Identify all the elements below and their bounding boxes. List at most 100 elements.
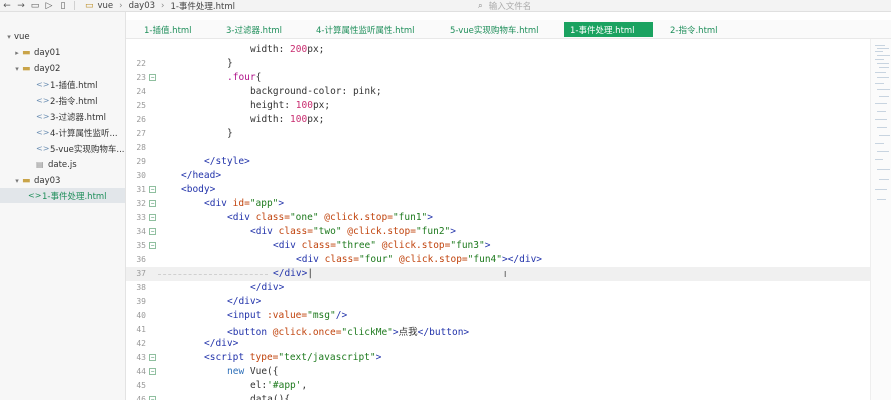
- tree-folder-vue[interactable]: ▾ vue: [4, 29, 30, 44]
- tree-file-selected[interactable]: <> 1-事件处理.html: [0, 188, 125, 203]
- code-line: 40 <input :value="msg"/>: [126, 309, 870, 323]
- tree-file[interactable]: <> 4-计算属性监听...: [36, 125, 118, 140]
- html-file-icon: <>: [36, 112, 50, 121]
- code-line: 39 </div>: [126, 295, 870, 309]
- html-file-icon: <>: [36, 96, 50, 105]
- minimap-line: [879, 67, 889, 68]
- code-line: 44 − new Vue({: [126, 365, 870, 379]
- tree-label: vue: [14, 31, 30, 42]
- tree-folder-day02[interactable]: ▾ ▬ day02: [12, 61, 60, 76]
- code-line: 33 − <div class="one" @click.stop="fun1"…: [126, 211, 870, 225]
- tree-file[interactable]: <> 2-指令.html: [36, 93, 98, 108]
- line-number: 35: [136, 241, 146, 250]
- tab-1-interpolation[interactable]: 1-插值.html: [138, 22, 198, 37]
- code-line: 38 </div>: [126, 281, 870, 295]
- code-line: 28: [126, 141, 870, 155]
- minimap[interactable]: [870, 39, 891, 400]
- fold-minus-icon[interactable]: −: [149, 396, 156, 400]
- file-search-input[interactable]: ⌕ 输入文件名: [478, 0, 658, 12]
- tree-label: 3-过滤器.html: [50, 112, 107, 123]
- line-number: 38: [136, 283, 146, 292]
- chevron-down-icon: ▾: [7, 32, 11, 41]
- line-number: 43: [136, 353, 146, 362]
- minimap-line: [879, 179, 889, 180]
- tab-label: 3-过滤器.html: [226, 25, 283, 36]
- fold-minus-icon[interactable]: −: [149, 214, 156, 221]
- chevron-right-icon: ›: [161, 0, 165, 11]
- code-line-current: 37 </div>|: [126, 267, 870, 281]
- breadcrumb-item[interactable]: day03: [129, 1, 155, 11]
- line-number: 36: [136, 255, 146, 264]
- code-line: 29 </style>: [126, 155, 870, 169]
- line-number: 39: [136, 297, 146, 306]
- play-icon[interactable]: ▷: [42, 0, 56, 12]
- code-line: 32 − <div id="app">: [126, 197, 870, 211]
- tab-3-filter[interactable]: 3-过滤器.html: [220, 22, 288, 37]
- fold-minus-icon[interactable]: −: [149, 242, 156, 249]
- tree-file[interactable]: <> 5-vue实现购物车...: [36, 141, 125, 156]
- fold-minus-icon[interactable]: −: [149, 186, 156, 193]
- line-number: 32: [136, 199, 146, 208]
- breadcrumb-item[interactable]: vue: [98, 1, 114, 11]
- tree-file[interactable]: <> 3-过滤器.html: [36, 109, 106, 124]
- minimap-line: [877, 169, 890, 170]
- minimap-line: [877, 55, 890, 56]
- fold-minus-icon[interactable]: −: [149, 200, 156, 207]
- line-number: 42: [136, 339, 146, 348]
- minimap-line: [877, 199, 886, 200]
- tab-2-directive[interactable]: 2-指令.html: [664, 22, 724, 37]
- tree-file[interactable]: ▤ date.js: [36, 157, 77, 172]
- fold-minus-icon[interactable]: −: [149, 228, 156, 235]
- html-file-icon: <>: [28, 191, 42, 200]
- code-line: 35 − <div class="three" @click.stop="fun…: [126, 239, 870, 253]
- minimap-line: [875, 59, 884, 60]
- chevron-right-icon: ▸: [15, 48, 19, 57]
- line-number: 46: [136, 395, 146, 400]
- tab-label: 2-指令.html: [670, 25, 718, 36]
- tab-1-event-handling[interactable]: 1-事件处理.html: [564, 22, 653, 37]
- save-icon[interactable]: ▭: [28, 0, 42, 12]
- minimap-line: [875, 143, 884, 144]
- minimap-line: [875, 83, 884, 84]
- code-line: 43 − <script type="text/javascript">: [126, 351, 870, 365]
- code-editor[interactable]: width: 200px; 22 } 23 − .four{ 24 backgr…: [126, 39, 870, 400]
- minimap-line: [877, 127, 887, 128]
- panel-icon[interactable]: ▯: [56, 0, 70, 12]
- tree-label: 4-计算属性监听...: [50, 128, 118, 139]
- back-arrow-icon[interactable]: ←: [0, 0, 14, 12]
- minimap-line: [877, 111, 886, 112]
- minimap-line: [875, 159, 883, 160]
- code-line: 46 − data(){: [126, 393, 870, 400]
- tree-folder-day03[interactable]: ▾ ▬ day03: [12, 173, 60, 188]
- tab-4-computed[interactable]: 4-计算属性监听属性.html: [310, 22, 421, 37]
- minimap-line: [877, 63, 889, 64]
- line-number: 30: [136, 171, 146, 180]
- fold-minus-icon[interactable]: −: [149, 368, 156, 375]
- forward-arrow-icon[interactable]: →: [14, 0, 28, 12]
- tree-label: day03: [34, 175, 61, 186]
- code-line: 30 </head>: [126, 169, 870, 183]
- folder-icon: ▬: [22, 63, 31, 74]
- fold-minus-icon[interactable]: −: [149, 74, 156, 81]
- code-line: 41 <button @click.once="clickMe">点我</but…: [126, 323, 870, 338]
- line-number: 45: [136, 381, 146, 390]
- minimap-line: [877, 151, 889, 152]
- breadcrumb-item[interactable]: 1-事件处理.html: [170, 0, 235, 12]
- code-line: 27 }: [126, 127, 870, 141]
- line-number: 37: [136, 269, 146, 278]
- tab-label: 1-插值.html: [144, 25, 192, 36]
- minimap-line: [879, 135, 890, 136]
- tree-folder-day01[interactable]: ▸ ▬ day01: [12, 45, 60, 60]
- tree-file[interactable]: <> 1-插值.html: [36, 77, 98, 92]
- fold-minus-icon[interactable]: −: [149, 354, 156, 361]
- code-line: 31 − <body>: [126, 183, 870, 197]
- search-placeholder: 输入文件名: [488, 2, 532, 12]
- minimap-line: [875, 189, 887, 190]
- line-number: 25: [136, 101, 146, 110]
- minimap-line: [875, 119, 887, 120]
- code-line: 25 height: 100px;: [126, 99, 870, 113]
- chevron-down-icon: ▾: [15, 64, 19, 73]
- tab-label: 5-vue实现购物车.html: [450, 25, 539, 36]
- tree-label: day01: [34, 47, 61, 58]
- tab-5-cart[interactable]: 5-vue实现购物车.html: [444, 22, 544, 37]
